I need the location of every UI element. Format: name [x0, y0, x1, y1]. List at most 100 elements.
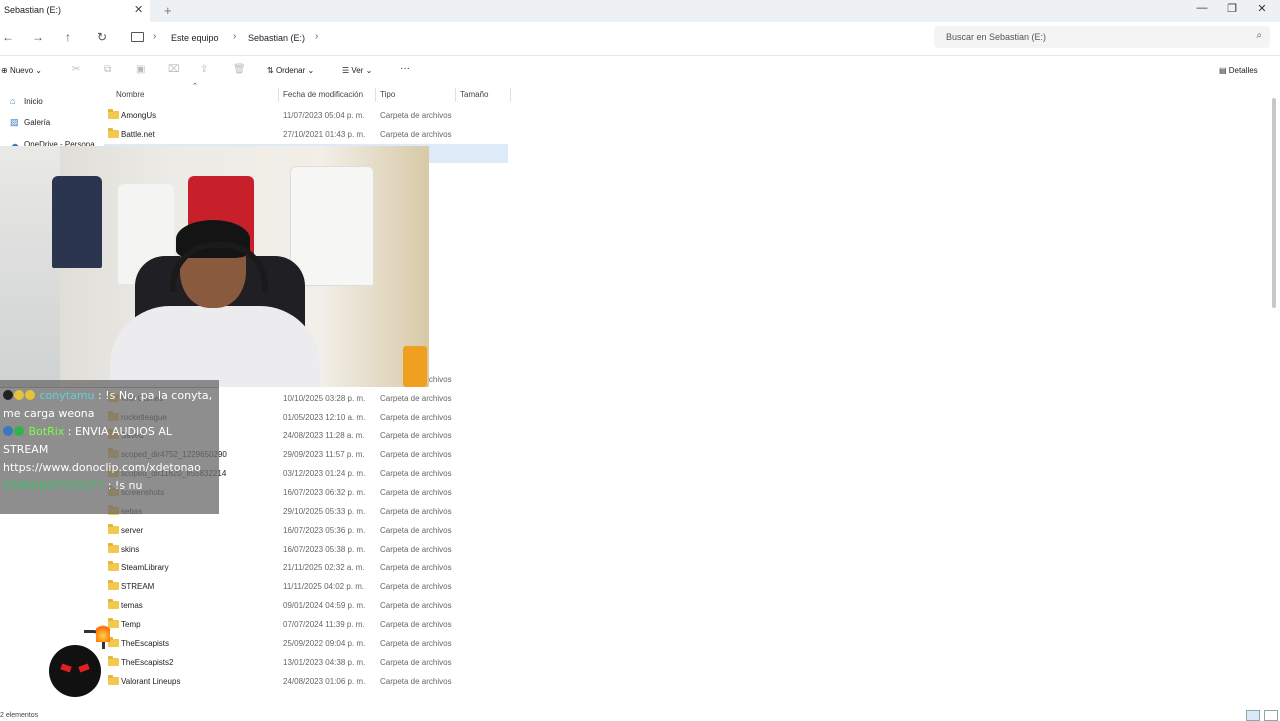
file-type: Carpeta de archivos	[380, 129, 452, 139]
up-button[interactable]: ↑	[65, 30, 71, 44]
table-row[interactable]: server 16/07/2023 05:36 p. m. Carpeta de a…	[104, 521, 508, 540]
delete-icon[interactable]: 🗑	[233, 64, 246, 75]
details-button[interactable]: ▤ Detalles	[1219, 66, 1258, 75]
table-row[interactable]: SteamLibrary 21/11/2025 02:32 a. m. Carpet…	[104, 558, 508, 577]
rename-icon[interactable]: ⌧	[168, 64, 180, 75]
bomb-mascot-icon	[49, 645, 101, 697]
folder-icon	[108, 523, 119, 534]
search-input[interactable]: Buscar en Sebastian (E:) ⌕	[934, 26, 1270, 48]
sort-button[interactable]: ⇅ Ordenar ⌄	[267, 66, 314, 75]
tab-sebastian-e[interactable]: Sebastian (E:) ✕	[0, 0, 150, 22]
badge-icon	[14, 390, 24, 400]
file-type: Carpeta de archivos	[380, 582, 452, 592]
file-name: server	[121, 525, 144, 535]
file-name: Valorant Lineups	[121, 676, 181, 686]
file-date: 29/10/2025 05:33 p. m.	[283, 506, 366, 516]
close-window-button[interactable]: ✕	[1250, 2, 1274, 15]
table-row[interactable]: STREAM 11/11/2025 04:02 p. m. Carpeta de a…	[104, 577, 508, 596]
chat-message: BotRix : ENVIA AUDIOS AL STREAM https://…	[3, 423, 216, 477]
column-header-type[interactable]: Tipo	[380, 90, 395, 99]
file-date: 27/10/2021 01:43 p. m.	[283, 129, 366, 139]
file-type: Carpeta de archivos	[380, 544, 452, 554]
column-header-name[interactable]: Nombre	[116, 90, 144, 99]
bomb-eye	[60, 663, 72, 673]
file-type: Carpeta de archivos	[380, 488, 452, 497]
file-name: Battle.net	[121, 129, 155, 139]
maximize-button[interactable]: ❐	[1220, 2, 1244, 15]
view-button[interactable]: ☰ Ver ⌄	[342, 66, 372, 75]
file-name: skins	[121, 544, 140, 554]
file-name: SteamLibrary	[121, 563, 169, 573]
file-type: Carpeta de archivos	[380, 525, 452, 535]
badge-icon	[3, 390, 13, 400]
folder-icon	[108, 109, 119, 119]
cut-icon[interactable]: ✂	[72, 64, 80, 75]
forward-button[interactable]: →	[32, 30, 44, 44]
search-placeholder: Buscar en Sebastian (E:)	[946, 32, 1047, 42]
gallery-icon: ▨	[10, 117, 19, 127]
chat-overlay: conytamu : !s No, pa la conyta, me carga…	[0, 387, 219, 514]
share-icon[interactable]: ⇪	[200, 64, 208, 75]
file-date: 16/07/2023 05:36 p. m.	[283, 525, 366, 535]
file-date: 16/07/2023 06:32 p. m.	[283, 488, 366, 497]
file-type: Carpeta de archivos	[380, 676, 452, 686]
more-options-button[interactable]: ···	[400, 63, 410, 74]
column-divider[interactable]	[278, 88, 279, 102]
refresh-button[interactable]: ↻	[97, 30, 107, 44]
vertical-scrollbar[interactable]	[1272, 98, 1276, 308]
breadcrumb-separator: ›	[233, 31, 237, 42]
table-row[interactable]: Valorant Lineups 24/08/2023 01:06 p. m. Ca…	[104, 672, 508, 691]
file-type: Carpeta de archivos	[380, 469, 452, 479]
tiles-view-toggle[interactable]	[1264, 710, 1278, 721]
file-name: TheEscapists2	[121, 657, 174, 667]
file-type: Carpeta de archivos	[380, 563, 452, 573]
folder-icon	[108, 127, 119, 138]
file-date: 29/09/2023 11:57 p. m.	[283, 450, 365, 460]
breadcrumb-este-equipo[interactable]: Este equipo	[171, 33, 219, 43]
table-row[interactable]: TheEscapists 25/09/2022 09:04 p. m. Carpet…	[104, 634, 508, 653]
table-row[interactable]: TheEscapists2 13/01/2023 04:38 p. m. Carpe…	[104, 653, 508, 672]
table-row[interactable]: Battle.net 27/10/2021 01:43 p. m. Carpeta …	[104, 125, 508, 144]
search-icon: ⌕	[1256, 30, 1262, 41]
sidebar-item-galeria[interactable]: ▨ Galería	[10, 117, 50, 128]
breadcrumb-sebastian-e[interactable]: Sebastian (E:)	[248, 33, 305, 43]
new-tab-button[interactable]: +	[164, 3, 172, 18]
table-row[interactable]: Temp 07/07/2024 11:39 p. m. Carpeta de arc…	[104, 615, 508, 634]
table-row[interactable]: temas 09/01/2024 04:59 p. m. Carpeta de ar…	[104, 596, 508, 615]
back-button[interactable]: ←	[2, 30, 14, 44]
column-header-size[interactable]: Tamaño	[460, 90, 488, 99]
jersey-image	[290, 166, 374, 286]
file-date: 01/05/2023 12:10 a. m.	[283, 412, 366, 422]
file-date: 09/01/2024 04:59 p. m.	[283, 601, 366, 611]
minimize-button[interactable]: —	[1190, 2, 1214, 14]
sidebar-item-label: Galería	[24, 118, 51, 127]
sidebar-item-inicio[interactable]: ⌂ Inicio	[10, 96, 43, 106]
sort-label: Ordenar	[275, 66, 306, 75]
details-view-toggle[interactable]	[1246, 710, 1260, 721]
table-row[interactable]: skins 16/07/2023 05:38 p. m. Carpeta de ar…	[104, 540, 508, 559]
this-pc-icon	[131, 32, 144, 42]
badge-icon	[3, 426, 13, 436]
new-button[interactable]: ⊕ Nuevo ⌄	[1, 66, 42, 75]
column-divider[interactable]	[375, 88, 376, 102]
new-label: Nuevo	[9, 66, 34, 75]
file-name: Temp	[121, 619, 141, 629]
file-type: Carpeta de archivos	[380, 601, 452, 611]
column-divider[interactable]	[455, 88, 456, 102]
file-name: temas	[121, 601, 143, 611]
column-header-date[interactable]: Fecha de modificación	[283, 90, 363, 99]
paste-icon[interactable]: ▣	[136, 64, 145, 75]
file-date: 13/01/2023 04:38 p. m.	[283, 657, 366, 667]
close-tab-icon[interactable]: ✕	[134, 3, 143, 16]
chat-username: DAMIANSITOOO77	[3, 479, 105, 492]
breadcrumb-separator[interactable]: ›	[315, 31, 318, 42]
table-row[interactable]: AmongUs 11/07/2023 05:04 p. m. Carpeta de …	[104, 106, 508, 125]
sidebar-item-label: Inicio	[24, 97, 43, 106]
folder-icon	[108, 599, 119, 610]
webcam-overlay	[0, 146, 429, 387]
window-light	[0, 146, 60, 387]
copy-icon[interactable]: ⧉	[104, 64, 111, 75]
folder-icon	[108, 561, 119, 572]
column-divider[interactable]	[510, 88, 511, 102]
verified-icon	[14, 426, 24, 436]
